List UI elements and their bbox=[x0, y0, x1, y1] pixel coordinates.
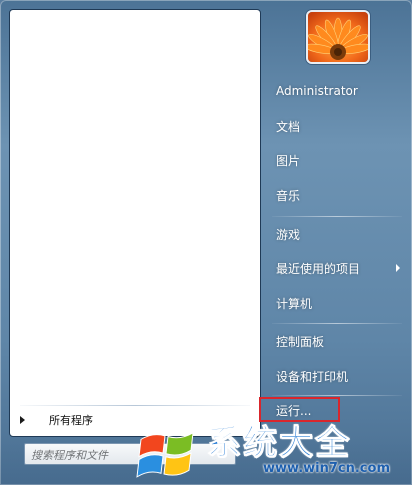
menu-item-label: Administrator bbox=[276, 84, 358, 98]
menu-item-label: 设备和打印机 bbox=[276, 369, 349, 384]
all-programs-label: 所有程序 bbox=[49, 414, 93, 427]
watermark-title: 系统大全 bbox=[207, 423, 351, 464]
menu-item-label: 最近使用的项目 bbox=[276, 261, 361, 276]
right-arrow-icon bbox=[20, 416, 25, 424]
menu-item-label: 文档 bbox=[276, 119, 301, 134]
menu-item-label: 音乐 bbox=[276, 188, 301, 203]
site-watermark: 系统大全 www.win7cn.com bbox=[135, 423, 407, 481]
start-menu: 所有程序 搜索程序和文件 Administrator 文档 图片 音乐 游戏 最… bbox=[0, 0, 412, 485]
control-panel-link[interactable]: 控制面板 bbox=[268, 326, 406, 356]
user-name-link[interactable]: Administrator bbox=[268, 76, 406, 106]
documents-link[interactable]: 文档 bbox=[268, 111, 406, 141]
submenu-arrow-icon bbox=[396, 264, 400, 272]
menu-item-label: 游戏 bbox=[276, 227, 301, 242]
recent-items-link[interactable]: 最近使用的项目 bbox=[268, 253, 406, 283]
devices-printers-link[interactable]: 设备和打印机 bbox=[268, 361, 406, 391]
pinned-programs-list bbox=[10, 10, 260, 395]
music-link[interactable]: 音乐 bbox=[268, 180, 406, 210]
user-avatar[interactable] bbox=[306, 10, 370, 64]
menu-item-label: 图片 bbox=[276, 153, 301, 168]
watermark-url: www.win7cn.com bbox=[263, 461, 390, 476]
menu-item-label: 计算机 bbox=[276, 296, 313, 311]
games-link[interactable]: 游戏 bbox=[268, 219, 406, 249]
run-highlight-box bbox=[259, 397, 340, 422]
computer-link[interactable]: 计算机 bbox=[268, 288, 406, 318]
programs-panel: 所有程序 bbox=[9, 9, 261, 437]
menu-separator bbox=[272, 323, 402, 324]
watermark-texts: 系统大全 www.win7cn.com bbox=[201, 423, 401, 481]
menu-item-label: 控制面板 bbox=[276, 334, 325, 349]
windows-flag-icon bbox=[136, 432, 194, 478]
flower-avatar-icon bbox=[308, 12, 368, 62]
menu-separator bbox=[272, 216, 402, 217]
programs-divider bbox=[20, 405, 250, 406]
pictures-link[interactable]: 图片 bbox=[268, 145, 406, 175]
